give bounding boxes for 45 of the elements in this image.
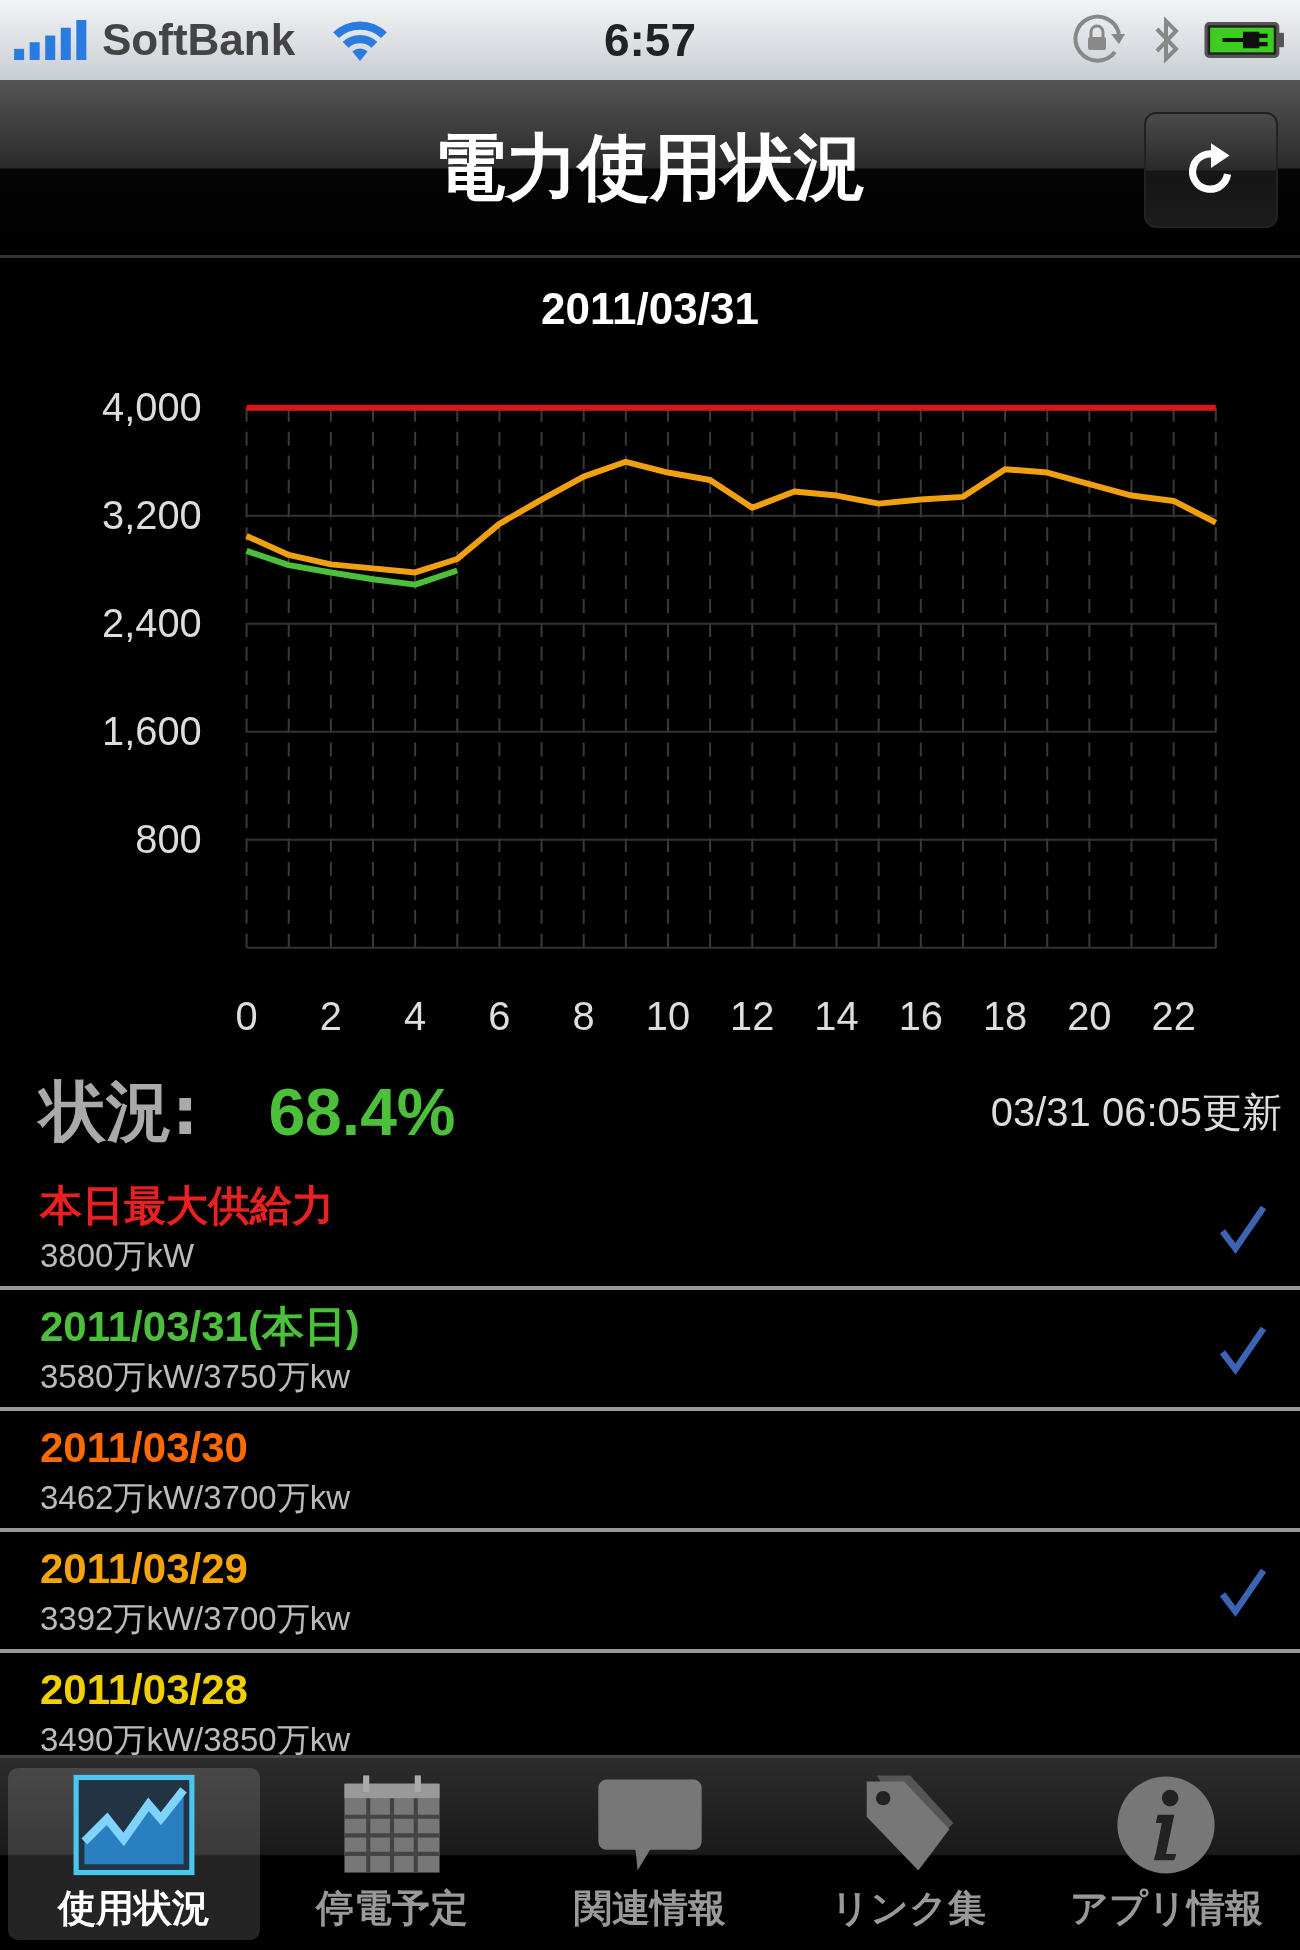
tab-item[interactable]: リンク集 bbox=[782, 1768, 1034, 1940]
y-tick-label: 3,200 bbox=[102, 492, 202, 537]
x-tick-label: 6 bbox=[488, 994, 511, 1039]
legend-title: 2011/03/29 bbox=[40, 1543, 249, 1594]
x-tick-label: 12 bbox=[730, 994, 775, 1039]
tab-item[interactable]: アプリ情報 bbox=[1040, 1768, 1292, 1940]
x-tick-label: 2 bbox=[319, 994, 342, 1039]
x-tick-label: 22 bbox=[1151, 994, 1196, 1039]
update-time: 03/31 06:05更新 bbox=[990, 1088, 1282, 1136]
legend-row[interactable]: 2011/03/30 3462万kW/3700万kw bbox=[0, 1411, 1300, 1532]
legend-row[interactable]: 本日最大供給力 3800万kW bbox=[0, 1169, 1300, 1290]
clock-time: 6:57 bbox=[603, 13, 697, 67]
legend-detail: 3490万kW/3850万kw bbox=[40, 1719, 350, 1755]
legend-detail: 3580万kW/3750万kw bbox=[40, 1356, 351, 1397]
usage-percentage: 68.4% bbox=[268, 1074, 456, 1150]
x-tick-label: 0 bbox=[235, 994, 258, 1039]
legend-title: 2011/03/31(本日) bbox=[40, 1301, 360, 1352]
chart-title: 2011/03/31 bbox=[541, 284, 759, 335]
legend-detail: 3800万kW bbox=[40, 1235, 196, 1276]
tab-item[interactable]: 関連情報 bbox=[524, 1768, 776, 1940]
x-tick-label: 16 bbox=[898, 994, 943, 1039]
y-tick-label: 1,600 bbox=[102, 708, 202, 753]
x-tick-label: 10 bbox=[645, 994, 691, 1039]
legend-title: 2011/03/28 bbox=[40, 1664, 249, 1715]
legend-row[interactable]: 2011/03/29 3392万kW/3700万kw bbox=[0, 1532, 1300, 1653]
carrier-name: SoftBank bbox=[102, 15, 296, 65]
battery-icon bbox=[1204, 21, 1286, 59]
screen-title: 電力使用状況 bbox=[434, 123, 866, 211]
legend-title: 本日最大供給力 bbox=[40, 1180, 334, 1231]
legend-detail: 3392万kW/3700万kw bbox=[40, 1598, 350, 1639]
x-tick-label: 18 bbox=[982, 994, 1028, 1039]
x-tick-label: 8 bbox=[572, 994, 595, 1039]
x-tick-label: 4 bbox=[404, 994, 427, 1039]
legend-row[interactable]: 2011/03/31(本日) 3580万kW/3750万kw bbox=[0, 1290, 1300, 1411]
tab-item[interactable]: 停電予定 bbox=[266, 1768, 518, 1940]
x-tick-label: 14 bbox=[814, 994, 859, 1039]
legend-detail: 3462万kW/3700万kw bbox=[40, 1477, 350, 1518]
chart-icon bbox=[72, 1773, 196, 1877]
y-tick-label: 2,400 bbox=[102, 600, 202, 645]
y-tick-label: 4,000 bbox=[102, 384, 202, 429]
y-tick-label: 800 bbox=[135, 816, 202, 861]
legend-title: 2011/03/30 bbox=[40, 1422, 249, 1473]
tab-item[interactable]: 使用状況 bbox=[8, 1768, 260, 1940]
refresh-button[interactable] bbox=[1144, 112, 1278, 228]
x-tick-label: 20 bbox=[1067, 994, 1112, 1039]
